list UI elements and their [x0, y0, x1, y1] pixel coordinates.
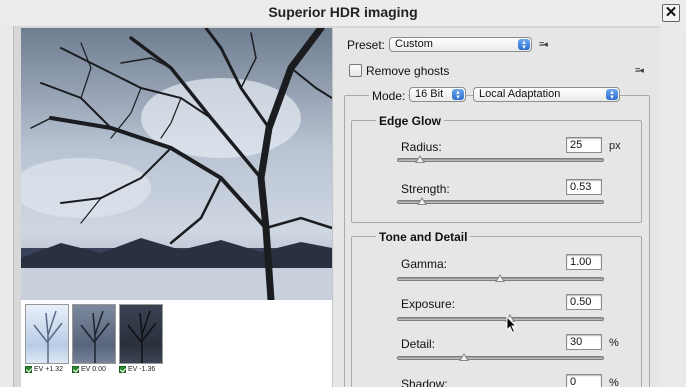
thumbnail-2-label[interactable]: EV 0.00: [72, 366, 106, 373]
strength-slider-thumb[interactable]: [417, 197, 427, 205]
tone-detail-title: Tone and Detail: [376, 230, 471, 244]
gamma-label: Gamma:: [401, 257, 448, 271]
remove-ghosts-checkbox[interactable]: [349, 64, 362, 77]
preset-label: Preset:: [347, 38, 386, 52]
detail-unit: %: [609, 337, 619, 349]
shadow-label: Shadow:: [401, 377, 448, 387]
stepper-arrows-icon: ▴ ▾: [518, 39, 530, 51]
radius-slider-thumb[interactable]: [415, 155, 425, 163]
tree-thumbnail-image: [127, 310, 157, 363]
settings-panel: Preset: Custom ▴ ▾ ≡◂ Remove ghosts ≡◂ Mo…: [332, 28, 661, 387]
edge-glow-title: Edge Glow: [376, 114, 445, 128]
shadow-unit: %: [609, 377, 619, 387]
shadow-field[interactable]: 0: [566, 374, 602, 387]
thumbnail-1[interactable]: [25, 304, 69, 364]
detail-slider-track[interactable]: [397, 356, 604, 360]
thumbnail-3[interactable]: [119, 304, 163, 364]
strength-slider-track[interactable]: [397, 200, 604, 204]
close-button[interactable]: ✕: [662, 4, 680, 22]
exposure-label: Exposure:: [401, 297, 456, 311]
exposure-thumbnails: EV +1.32 EV 0.00 EV -1.36: [21, 300, 332, 387]
hdr-dialog: EV +1.32 EV 0.00 EV -1.36 Preset: Custom…: [13, 26, 661, 387]
tree-thumbnail-image: [33, 310, 63, 363]
gamma-field[interactable]: 1.00: [566, 254, 602, 270]
mouse-pointer-icon: [506, 316, 518, 334]
preview-image: [21, 28, 332, 300]
thumbnail-3-label[interactable]: EV -1.36: [119, 366, 155, 373]
thumbnail-1-checkbox[interactable]: [25, 366, 32, 373]
mode-label: Mode:: [369, 89, 409, 103]
stepper-arrows-icon: ▴ ▾: [452, 89, 464, 101]
detail-slider-thumb[interactable]: [459, 353, 469, 361]
tree-thumbnail-image: [80, 310, 110, 363]
title-bar: Superior HDR imaging ✕: [0, 0, 686, 26]
close-icon: ✕: [664, 4, 678, 21]
exposure-slider-track[interactable]: [397, 317, 604, 321]
radius-label: Radius:: [401, 140, 442, 154]
window-title: Superior HDR imaging: [268, 4, 418, 20]
thumbnail-2[interactable]: [72, 304, 116, 364]
thumbnail-3-checkbox[interactable]: [119, 366, 126, 373]
exposure-field[interactable]: 0.50: [566, 294, 602, 310]
panel-menu-icon[interactable]: ≡◂: [635, 65, 644, 76]
image-preview[interactable]: [21, 28, 332, 300]
remove-ghosts-label: Remove ghosts: [366, 64, 450, 78]
detail-label: Detail:: [401, 337, 436, 351]
radius-slider-track[interactable]: [397, 158, 604, 162]
detail-field[interactable]: 30: [566, 334, 602, 350]
bit-depth-select[interactable]: 16 Bit ▴ ▾: [409, 87, 466, 102]
thumbnail-1-label[interactable]: EV +1.32: [25, 366, 63, 373]
strength-field[interactable]: 0.53: [566, 179, 602, 195]
radius-field[interactable]: 25: [566, 137, 602, 153]
thumbnail-2-checkbox[interactable]: [72, 366, 79, 373]
strength-label: Strength:: [401, 182, 450, 196]
preset-menu-icon[interactable]: ≡◂: [539, 39, 548, 50]
method-select[interactable]: Local Adaptation ▴ ▾: [473, 87, 620, 102]
gamma-slider-thumb[interactable]: [495, 274, 505, 282]
radius-unit: px: [609, 140, 621, 152]
preset-select[interactable]: Custom ▴ ▾: [389, 37, 532, 52]
stepper-arrows-icon: ▴ ▾: [606, 89, 618, 101]
edge-glow-group: [351, 120, 642, 223]
